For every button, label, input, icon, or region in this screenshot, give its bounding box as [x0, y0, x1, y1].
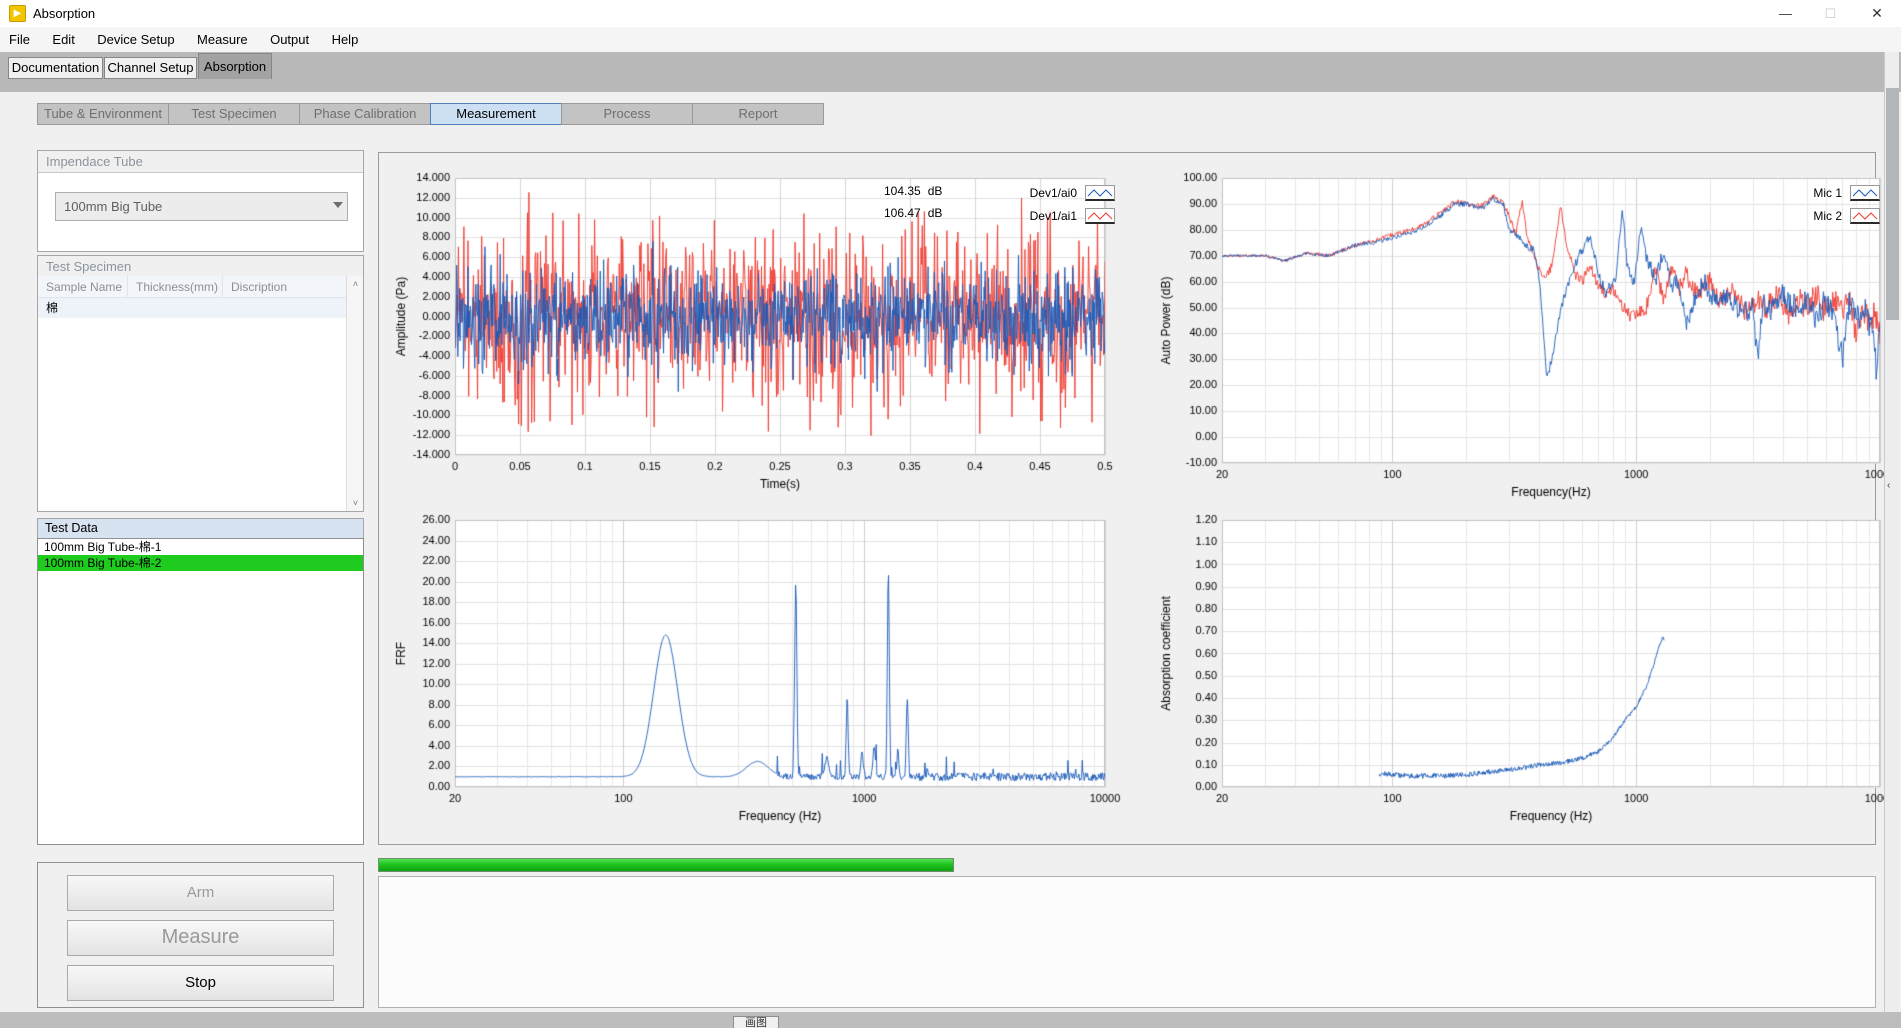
test-specimen-label: Test Specimen [38, 256, 363, 277]
chevron-down-icon [333, 202, 343, 208]
menu-help[interactable]: Help [323, 27, 368, 52]
time-chart-legend: Dev1/ai0 Dev1/ai1 [1003, 181, 1115, 227]
specimen-sample-name: 棉 [46, 301, 58, 315]
specimen-table-header: Sample Name Thickness(mm) Discription [38, 276, 346, 298]
waveform-icon-mic1 [1850, 185, 1880, 201]
message-panel [378, 876, 1876, 1008]
tab-strip-band [0, 79, 1901, 92]
column-discription: Discription [223, 276, 346, 298]
test-data-label: Test Data [37, 518, 364, 538]
menu-measure[interactable]: Measure [188, 27, 257, 52]
subtab-process[interactable]: Process [561, 103, 693, 125]
waveform-icon-mic2 [1850, 208, 1880, 224]
tube-select-dropdown[interactable]: 100mm Big Tube [55, 192, 348, 221]
title-bar: ▶ Absorption — ☐ ✕ [0, 0, 1901, 27]
level-readouts: 104.35 dB 106.47 dB [884, 184, 942, 228]
specimen-table-scrollbar[interactable]: ˄ ˅ [346, 276, 363, 511]
subtab-report[interactable]: Report [692, 103, 824, 125]
tube-select-value: 100mm Big Tube [64, 199, 162, 214]
test-data-list: 100mm Big Tube-棉-1 100mm Big Tube-棉-2 [37, 538, 364, 845]
waveform-icon-red [1085, 208, 1115, 224]
level-unit-ai0: dB [928, 184, 943, 198]
test-data-item-selected[interactable]: 100mm Big Tube-棉-2 [38, 555, 363, 571]
legend-mic2: Mic 2 [1813, 209, 1842, 223]
specimen-table-row[interactable]: 棉 [38, 298, 346, 318]
application-window: ▶ Absorption — ☐ ✕ File Edit Device Setu… [0, 0, 1901, 1028]
test-data-item[interactable]: 100mm Big Tube-棉-1 [38, 539, 363, 555]
frf-chart [387, 503, 1122, 825]
scrollbar-thumb[interactable] [1886, 88, 1899, 320]
tab-documentation[interactable]: Documentation [8, 57, 103, 79]
arm-button[interactable]: Arm [67, 875, 334, 911]
tab-channel-setup[interactable]: Channel Setup [104, 57, 197, 79]
subtab-phase-calibration[interactable]: Phase Calibration [299, 103, 431, 125]
minimize-button[interactable]: — [1763, 0, 1808, 27]
menu-bar: File Edit Device Setup Measure Output He… [0, 27, 1901, 52]
column-thickness: Thickness(mm) [128, 276, 223, 298]
level-readout-ai0: 104.35 [884, 184, 921, 198]
level-unit-ai1: dB [928, 206, 943, 220]
menu-output[interactable]: Output [261, 27, 318, 52]
maximize-button[interactable]: ☐ [1808, 0, 1853, 27]
menu-device-setup[interactable]: Device Setup [88, 27, 183, 52]
autopower-chart-legend: Mic 1 Mic 2 [1772, 181, 1880, 227]
main-tab-strip: Documentation Channel Setup Absorption [0, 52, 1901, 79]
legend-mic1: Mic 1 [1813, 186, 1842, 200]
subtab-measurement[interactable]: Measurement [430, 103, 562, 125]
subtab-tube-environment[interactable]: Tube & Environment [37, 103, 169, 125]
subtab-test-specimen[interactable]: Test Specimen [168, 103, 300, 125]
stop-button[interactable]: Stop [67, 965, 334, 1001]
vertical-scrollbar[interactable]: ‹ [1884, 52, 1899, 1012]
impedance-tube-label: Impendace Tube [38, 151, 363, 173]
legend-dev1-ai0: Dev1/ai0 [1030, 186, 1077, 200]
scrollbar-arrow-icon: ‹ [1887, 480, 1890, 491]
waveform-icon-blue [1085, 185, 1115, 201]
menu-file[interactable]: File [0, 27, 39, 52]
tab-absorption[interactable]: Absorption [198, 53, 272, 79]
level-readout-ai1: 106.47 [884, 206, 921, 220]
column-sample-name: Sample Name [38, 276, 128, 298]
legend-dev1-ai1: Dev1/ai1 [1030, 209, 1077, 223]
scroll-up-icon[interactable]: ˄ [347, 277, 364, 291]
menu-edit[interactable]: Edit [43, 27, 83, 52]
measure-button[interactable]: Measure [67, 920, 334, 956]
bottom-strip: 画图 [0, 1012, 1901, 1028]
measurement-progress-bar [378, 858, 954, 872]
progress-fill [379, 859, 953, 871]
bottom-tab-draw[interactable]: 画图 [733, 1016, 779, 1028]
scroll-down-icon[interactable]: ˅ [347, 496, 364, 510]
window-title: Absorption [33, 6, 95, 21]
app-icon: ▶ [9, 5, 26, 22]
absorption-chart [1152, 503, 1894, 825]
close-button[interactable]: ✕ [1853, 0, 1901, 27]
